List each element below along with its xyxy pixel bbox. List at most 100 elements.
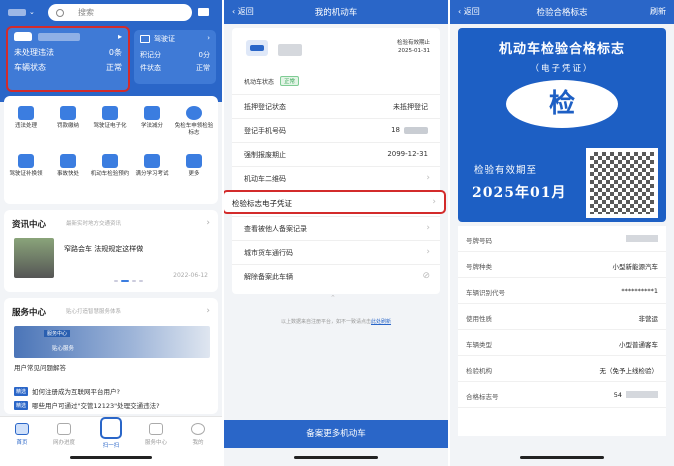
more-grid-icon xyxy=(186,154,202,168)
chevron-right-icon: › xyxy=(432,197,436,207)
valid-date: 2025年01月 xyxy=(472,185,567,201)
grid-item-license-renew[interactable]: 驾驶证补换领 xyxy=(6,154,46,178)
chevron-right-icon: › xyxy=(426,173,430,183)
row-unbind[interactable]: 解除备案此车辆 ⊘ xyxy=(232,264,440,286)
scan-icon xyxy=(100,417,122,439)
chevron-right-icon: ▸ xyxy=(117,32,122,41)
tab-mine[interactable]: 我的 xyxy=(180,423,216,446)
news-thumbnail[interactable] xyxy=(14,238,54,278)
grid-label: 违法处理 xyxy=(14,123,37,129)
carousel-dots xyxy=(114,280,143,282)
vehicle-summary-card[interactable]: ▸ 未处理违法 0条 车辆状态 正常 xyxy=(6,26,130,92)
row-label: 解除备案此车辆 xyxy=(244,273,293,281)
home-screen: ⌄ 搜索 ▸ 未处理违法 0条 车辆状态 正常 驾驶证 › 积记分 0分 件状态 正常 违… xyxy=(0,0,222,466)
grid-item-exam[interactable]: 满分学习考试 xyxy=(132,154,172,178)
plate-number-blurred xyxy=(278,44,302,56)
my-vehicle-screen: ‹ 返回 我的机动车 检验有效期止 2025-01-31 机动车状态 正常 抵押登记… xyxy=(224,0,448,466)
grid-label: 更多 xyxy=(188,171,200,177)
grid-item-inspection-booking[interactable]: 机动车检验预约 xyxy=(90,154,130,178)
detail-row: 检验机构 无（免予上线检验） xyxy=(458,356,666,382)
license-icon xyxy=(140,35,150,43)
add-vehicle-button[interactable]: 备案更多机动车 xyxy=(224,420,448,448)
banner-label: 贴心服务 xyxy=(52,346,75,352)
book-icon xyxy=(144,106,160,120)
tab-label: 扫一扫 xyxy=(102,443,120,449)
refresh-button[interactable]: 刷新 xyxy=(650,6,666,17)
tab-label: 首页 xyxy=(16,440,28,446)
row-truck-pass[interactable]: 城市货车通行码 › xyxy=(232,240,440,262)
row-label: 检验标志电子凭证 xyxy=(232,199,292,208)
grid-item-violation[interactable]: 违法处理 xyxy=(6,106,46,130)
grid-item-fine[interactable]: 罚款缴纳 xyxy=(48,106,88,130)
license-status-value: 正常 xyxy=(196,64,210,72)
service-subtitle: 贴心打造智慧服务体系 xyxy=(66,309,122,315)
violation-icon xyxy=(18,106,34,120)
grid-item-e-license[interactable]: 驾驶证电子化 xyxy=(90,106,130,130)
due-label: 检验有效期止 xyxy=(396,40,430,46)
grid-item-exempt-inspection[interactable]: 免检车申领检验标志 xyxy=(174,106,214,136)
news-date: 2022-06-12 xyxy=(173,272,208,279)
faq-item[interactable]: 精选 如何注册成为互联网平台用户? xyxy=(14,386,120,396)
refresh-link[interactable]: 此处刷新 xyxy=(371,319,391,325)
tab-label: 服务中心 xyxy=(144,440,167,446)
news-title: 资讯中心 xyxy=(12,220,47,230)
plate-blurred xyxy=(626,235,658,242)
tab-service[interactable]: 服务中心 xyxy=(138,423,174,446)
tab-progress[interactable]: 网办进度 xyxy=(46,423,82,446)
row-value: 未抵押登记 xyxy=(393,103,428,111)
faq-item[interactable]: 精选 哪些用户可通过"交管12123"处理交通违法? xyxy=(14,400,160,410)
nav-bar: ‹ 返回 我的机动车 xyxy=(224,0,448,24)
row-qrcode[interactable]: 机动车二维码 › xyxy=(232,166,440,188)
row-label: 抵押登记状态 xyxy=(244,103,286,111)
grid-item-study[interactable]: 学法减分 xyxy=(132,106,172,130)
city-selector[interactable]: ⌄ xyxy=(8,7,38,17)
detail-value: **********1 xyxy=(621,287,658,295)
chevron-right-icon[interactable]: › xyxy=(206,218,210,228)
inspection-e-cert-row[interactable]: 检验标志电子凭证 › xyxy=(224,190,446,214)
row-label: 查看被他人备案记录 xyxy=(244,225,307,233)
home-icon xyxy=(15,423,29,435)
grid-label: 驾驶证补换领 xyxy=(9,171,43,177)
user-icon xyxy=(191,423,205,435)
row-label: 强制报废期止 xyxy=(244,151,286,159)
chevron-right-icon: › xyxy=(426,223,430,233)
news-headline[interactable]: 窄路会车 法规规定这样做 xyxy=(64,244,143,254)
search-input[interactable]: 搜索 xyxy=(48,4,192,21)
screenshot-composite: ⌄ 搜索 ▸ 未处理违法 0条 车辆状态 正常 驾驶证 › 积记分 0分 件状态 正常 违… xyxy=(0,0,674,466)
e-license-icon xyxy=(102,106,118,120)
detail-value: 54 xyxy=(613,391,622,399)
status-label: 机动车状态 xyxy=(244,78,275,86)
row-scrap-date: 强制报废期止 2099-12-31 xyxy=(232,142,440,164)
detail-label: 号牌号码 xyxy=(466,237,492,245)
tab-label: 网办进度 xyxy=(52,440,75,446)
vehicle-status-label: 车辆状态 xyxy=(14,63,46,72)
car-icon xyxy=(246,40,268,56)
grid-item-more[interactable]: 更多 xyxy=(174,154,214,178)
grid-item-accident[interactable]: 事故快处 xyxy=(48,154,88,178)
license-title: 驾驶证 xyxy=(154,35,175,43)
detail-row: 合格标志号 54 xyxy=(458,382,666,408)
license-summary-card[interactable]: 驾驶证 › 积记分 0分 件状态 正常 xyxy=(134,30,216,84)
chevron-right-icon[interactable]: › xyxy=(206,306,210,316)
grid-label: 学法减分 xyxy=(140,123,163,129)
valid-label: 检验有效期至 xyxy=(474,165,538,176)
grid-label: 机动车检验预约 xyxy=(90,171,130,177)
license-status-label: 件状态 xyxy=(140,64,161,72)
car-icon xyxy=(14,32,32,41)
heart-icon xyxy=(149,423,163,435)
faq-badge: 精选 xyxy=(14,386,29,396)
detail-label: 检验机构 xyxy=(466,367,492,375)
note-text: 以上数据来自注册平台，如不一致请点击 xyxy=(280,319,371,325)
row-backup-record[interactable]: 查看被他人备案记录 › xyxy=(232,216,440,238)
tab-scan[interactable]: 扫一扫 xyxy=(92,417,130,455)
status-badge: 正常 xyxy=(280,76,300,86)
accident-icon xyxy=(60,154,76,168)
detail-label: 车辆识别代号 xyxy=(466,289,505,297)
detail-label: 号牌种类 xyxy=(466,263,492,271)
grid-label: 满分学习考试 xyxy=(135,171,169,177)
mail-icon[interactable] xyxy=(198,8,209,16)
chevron-up-icon[interactable]: ⌃ xyxy=(330,294,336,302)
service-banner[interactable]: 服务中心 贴心服务 xyxy=(14,326,210,358)
tab-home[interactable]: 首页 xyxy=(4,423,40,446)
monitor-icon xyxy=(57,423,71,435)
